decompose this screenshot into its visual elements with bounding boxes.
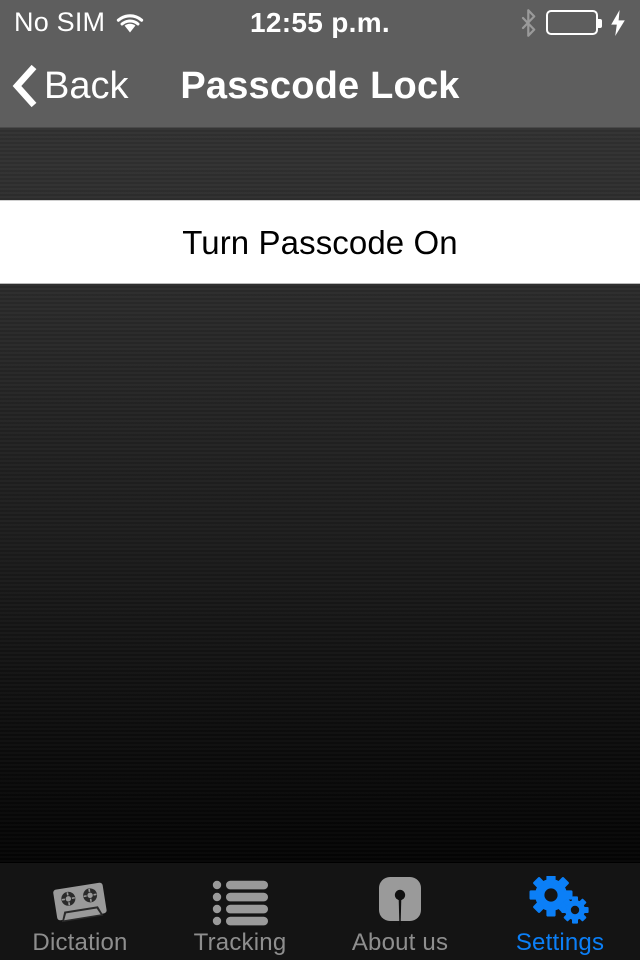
phone-screen: No SIM 12:55 p.m. Back Passcode Lock Tur… — [0, 0, 640, 960]
battery-icon — [546, 10, 602, 35]
wifi-icon — [115, 12, 145, 34]
carrier-label: No SIM — [14, 7, 106, 37]
tab-dictation[interactable]: Dictation — [0, 863, 160, 960]
chevron-left-icon — [12, 64, 38, 108]
bluetooth-icon — [520, 8, 537, 37]
tab-tracking[interactable]: Tracking — [160, 863, 320, 960]
tab-about-us-label: About us — [351, 929, 449, 956]
status-bar: No SIM 12:55 p.m. — [0, 0, 640, 45]
tab-tracking-label: Tracking — [193, 929, 287, 956]
back-button[interactable]: Back — [12, 45, 128, 127]
status-bar-right — [520, 8, 626, 37]
content-area: Turn Passcode On — [0, 128, 640, 862]
navigation-bar: Back Passcode Lock — [0, 45, 640, 128]
turn-passcode-on-button[interactable]: Turn Passcode On — [0, 200, 640, 284]
back-label: Back — [44, 65, 129, 107]
tab-settings[interactable]: Settings — [480, 863, 640, 960]
bulleted-list-icon — [211, 876, 269, 928]
status-bar-left: No SIM — [14, 9, 145, 36]
tab-bar: Dictation Tracking About us Settings — [0, 862, 640, 960]
tab-about-us[interactable]: About us — [320, 863, 480, 960]
lightning-bolt-icon — [607, 9, 626, 36]
info-rounded-square-icon — [373, 876, 427, 928]
gears-icon — [529, 876, 591, 928]
tab-settings-label: Settings — [515, 929, 605, 956]
cassette-tape-icon — [49, 876, 111, 928]
clock-label: 12:55 p.m. — [250, 6, 390, 38]
tab-dictation-label: Dictation — [32, 929, 128, 956]
turn-passcode-on-label: Turn Passcode On — [182, 223, 458, 261]
